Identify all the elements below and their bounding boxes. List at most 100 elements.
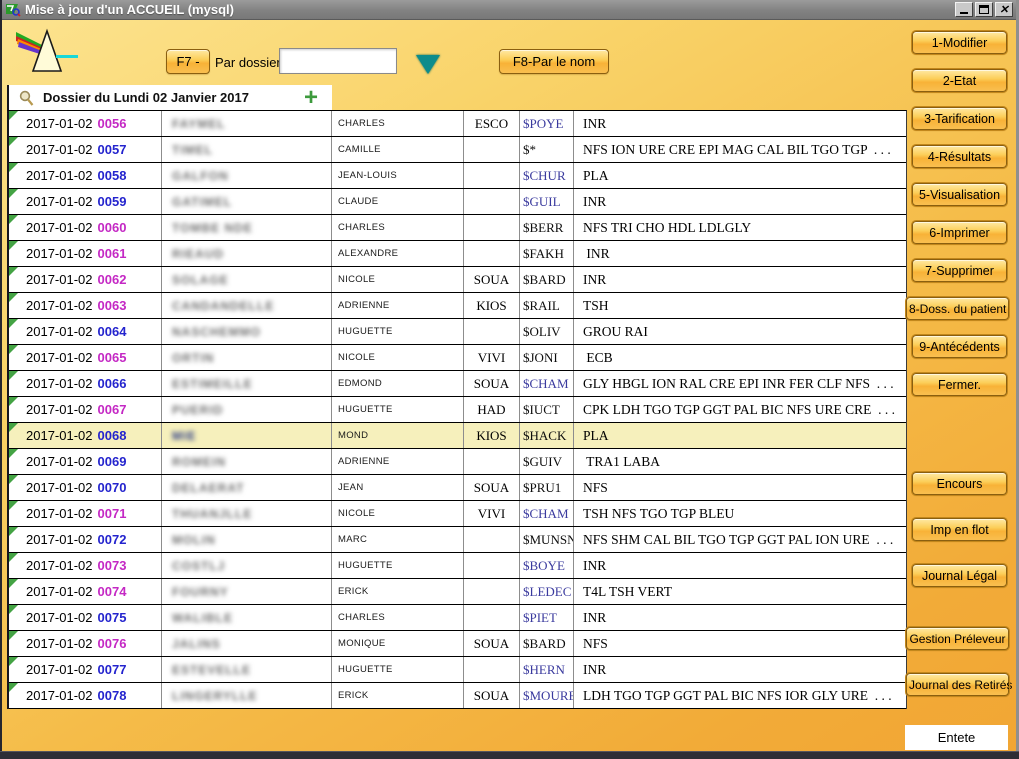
sidebar-button-4[interactable]: 4-Résultats (912, 145, 1007, 168)
patient-name-redacted: PUERID (162, 403, 223, 417)
row-marker-icon (9, 423, 18, 432)
row-marker-icon (9, 111, 18, 120)
table-row[interactable]: 2017-01-020071 THUANJLLE NICOLE VIVI $CH… (9, 501, 906, 527)
table-row[interactable]: 2017-01-020056 FAYMEL CHARLES ESCO $POYE… (9, 111, 906, 137)
f8-button[interactable]: F8-Par le nom (499, 49, 609, 74)
row-marker-icon (9, 371, 18, 380)
patient-firstname: CHARLES (338, 222, 385, 233)
site-code: VIVI (478, 506, 505, 522)
sidebar-button-3[interactable]: 3-Tarification (912, 107, 1007, 130)
row-number: 0063 (98, 298, 127, 313)
list-header: Dossier du Lundi 02 Janvier 2017 + (7, 85, 332, 110)
table-row[interactable]: 2017-01-020067 PUERID HUGUETTE HAD $IUCT… (9, 397, 906, 423)
add-dossier-icon[interactable]: + (304, 88, 318, 108)
prescriber-code: $JONI (523, 350, 558, 366)
table-row[interactable]: 2017-01-020072 MOLIN MARC $MUNSN NFS SHM… (9, 527, 906, 553)
prescriber-code: $MUNSN (523, 532, 574, 548)
table-row[interactable]: 2017-01-020062 SOLAGE NICOLE SOUA $BARD … (9, 267, 906, 293)
patient-firstname: ADRIENNE (338, 456, 390, 467)
sidebar-button-7[interactable]: 7-Supprimer (912, 259, 1007, 282)
maximize-button[interactable] (975, 2, 993, 17)
sidebar-lower-button-4[interactable]: Gestion Préleveur (906, 627, 1009, 650)
table-row[interactable]: 2017-01-020061 RIEAUD ALEXANDRE $FAKH IN… (9, 241, 906, 267)
app-window: Mise à jour d'un ACCUEIL (mysql) F7 - Pa… (0, 0, 1019, 759)
sidebar-lower-button-1[interactable]: Encours (912, 472, 1007, 495)
patient-name-redacted: DELAERAT (162, 481, 244, 495)
table-row[interactable]: 2017-01-020077 ESTEVELLE HUGUETTE $HERN … (9, 657, 906, 683)
patient-name-redacted: TOMBE NDE (162, 221, 253, 235)
row-marker-icon (9, 631, 18, 640)
table-row[interactable]: 2017-01-020069 ROMEIN ADRIENNE $GUIV TRA… (9, 449, 906, 475)
table-row[interactable]: 2017-01-020074 FOURNY ERICK $LEDEC T4L T… (9, 579, 906, 605)
patient-name-redacted: WALIBLE (162, 611, 233, 625)
close-icon (996, 3, 1012, 16)
close-button[interactable] (995, 2, 1013, 17)
patient-firstname: HUGUETTE (338, 560, 393, 571)
site-code: SOUA (474, 688, 509, 704)
patient-name-redacted: LINGERYLLE (162, 689, 258, 703)
row-number: 0078 (98, 688, 127, 703)
sidebar-button-1[interactable]: 1-Modifier (912, 31, 1007, 54)
sidebar-button-8[interactable]: 8-Doss. du patient (906, 297, 1009, 320)
row-number: 0062 (98, 272, 127, 287)
sidebar-button-10[interactable]: Fermer. (912, 373, 1007, 396)
row-number: 0070 (98, 480, 127, 495)
minimize-icon (960, 12, 968, 14)
sidebar-button-9[interactable]: 9-Antécédents (912, 335, 1007, 358)
row-marker-icon (9, 553, 18, 562)
prescriber-code: $RAIL (523, 298, 560, 314)
table-row[interactable]: 2017-01-020070 DELAERAT JEAN SOUA $PRU1 … (9, 475, 906, 501)
sidebar-button-2[interactable]: 2-Etat (912, 69, 1007, 92)
prescriber-code: $POYE (523, 116, 563, 132)
sidebar-button-5[interactable]: 5-Visualisation (912, 183, 1007, 206)
row-marker-icon (9, 215, 18, 224)
table-row[interactable]: 2017-01-020076 JALINS MONIQUE SOUA $BARD… (9, 631, 906, 657)
par-dossier-label: Par dossier (215, 55, 281, 70)
table-row[interactable]: 2017-01-020075 WALIBLE CHARLES $PIET INR (9, 605, 906, 631)
window-title: Mise à jour d'un ACCUEIL (mysql) (25, 2, 234, 17)
row-date: 2017-01-02 (26, 168, 93, 183)
row-date: 2017-01-02 (26, 220, 93, 235)
sidebar-lower-button-2[interactable]: Imp en flot (912, 518, 1007, 541)
table-row[interactable]: 2017-01-020068 MIE MOND KIOS $HACK PLA (9, 423, 906, 449)
table-row[interactable]: 2017-01-020064 NASCHEMMO HUGUETTE $OLIV … (9, 319, 906, 345)
prescriber-code: $PIET (523, 610, 557, 626)
row-date: 2017-01-02 (26, 324, 93, 339)
row-number: 0059 (98, 194, 127, 209)
table-row[interactable]: 2017-01-020073 COSTLJ HUGUETTE $BOYE INR (9, 553, 906, 579)
row-marker-icon (9, 267, 18, 276)
patient-firstname: CHARLES (338, 612, 385, 623)
minimize-button[interactable] (955, 2, 973, 17)
patient-firstname: MOND (338, 430, 368, 441)
prescriber-code: $FAKH (523, 246, 564, 262)
table-row[interactable]: 2017-01-020065 ORTIN NICOLE VIVI $JONI E… (9, 345, 906, 371)
patient-name-redacted: SOLAGE (162, 273, 229, 287)
list-header-title: Dossier du Lundi 02 Janvier 2017 (43, 90, 249, 105)
table-row[interactable]: 2017-01-020058 GALFON JEAN-LOUIS $CHUR P… (9, 163, 906, 189)
row-number: 0058 (98, 168, 127, 183)
tests-list: ECB (583, 350, 613, 366)
tests-list: INR (583, 662, 606, 678)
sidebar-lower-button-3[interactable]: Journal Légal (912, 564, 1007, 587)
prescriber-code: $LEDEC (523, 584, 571, 600)
patient-firstname: EDMOND (338, 378, 382, 389)
table-row[interactable]: 2017-01-020060 TOMBE NDE CHARLES $BERR N… (9, 215, 906, 241)
sidebar-button-6[interactable]: 6-Imprimer (912, 221, 1007, 244)
site-code: SOUA (474, 272, 509, 288)
table-row[interactable]: 2017-01-020059 GATIMEL CLAUDE $GUIL INR (9, 189, 906, 215)
dossier-input[interactable] (279, 48, 397, 74)
patient-firstname: HUGUETTE (338, 404, 393, 415)
sidebar-lower-button-5[interactable]: Journal des Retirés (906, 673, 1009, 696)
row-number: 0061 (98, 246, 127, 261)
tests-list: GROU RAI (583, 324, 648, 340)
row-number: 0074 (98, 584, 127, 599)
prism-logo-icon (16, 27, 78, 79)
f7-button[interactable]: F7 - (166, 49, 210, 74)
table-row[interactable]: 2017-01-020057 TIMEL CAMILLE $* NFS ION … (9, 137, 906, 163)
table-row[interactable]: 2017-01-020066 ESTIMEILLE EDMOND SOUA $C… (9, 371, 906, 397)
row-marker-icon (9, 137, 18, 146)
dropdown-triangle-icon[interactable] (416, 55, 440, 74)
table-row[interactable]: 2017-01-020078 LINGERYLLE ERICK SOUA $MO… (9, 683, 906, 709)
table-row[interactable]: 2017-01-020063 CANDANDELLE ADRIENNE KIOS… (9, 293, 906, 319)
row-marker-icon (9, 319, 18, 328)
